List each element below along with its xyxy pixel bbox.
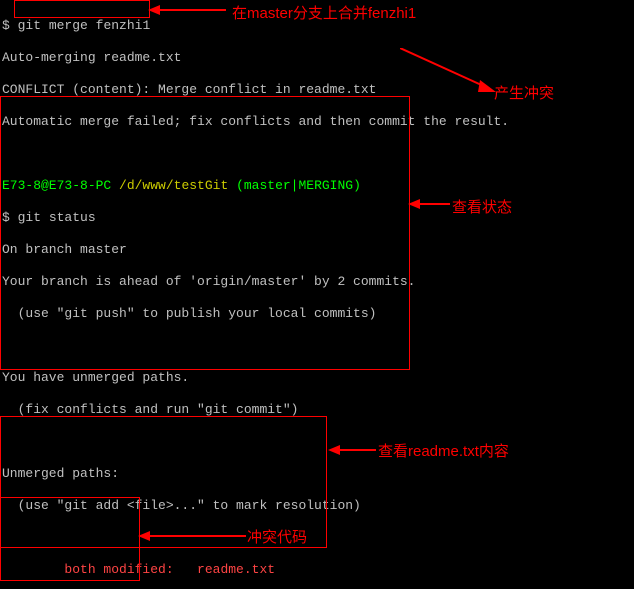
status-unmerged: Unmerged paths: (2, 466, 632, 482)
merge-auto: Auto-merging readme.txt (2, 50, 632, 66)
box-merge-cmd (14, 0, 150, 18)
status-ahead: Your branch is ahead of 'origin/master' … (2, 274, 632, 290)
annot-conflict-code: 冲突代码 (247, 530, 307, 546)
merge-failed: Automatic merge failed; fix conflicts an… (2, 114, 632, 130)
status-fix: (fix conflicts and run "git commit") (2, 402, 632, 418)
empty-line (2, 434, 632, 450)
cmd-status: git status (18, 210, 96, 225)
cmd-merge: git merge fenzhi1 (18, 18, 151, 33)
prompt-line: E73-8@E73-8-PC /d/www/testGit (master|ME… (2, 178, 632, 194)
annot-status: 查看状态 (452, 200, 512, 216)
both-modified-line: both modified: readme.txt (2, 562, 632, 578)
empty-line (2, 146, 632, 162)
terminal-output[interactable]: $ git merge fenzhi1 Auto-merging readme.… (0, 0, 634, 589)
status-on: On branch master (2, 242, 632, 258)
status-push: (use "git push" to publish your local co… (2, 306, 632, 322)
empty-line (2, 530, 632, 546)
status-unmerged-hdr: You have unmerged paths. (2, 370, 632, 386)
prompt-dollar: $ (2, 18, 10, 33)
box-status (0, 96, 410, 370)
annot-cat: 查看readme.txt内容 (378, 444, 509, 460)
status-add-resolve: (use "git add <file>..." to mark resolut… (2, 498, 632, 514)
empty-line (2, 338, 632, 354)
arrow-icon (148, 2, 228, 18)
annot-conflict: 产生冲突 (494, 86, 554, 102)
annot-merge: 在master分支上合并fenzhi1 (232, 6, 416, 22)
